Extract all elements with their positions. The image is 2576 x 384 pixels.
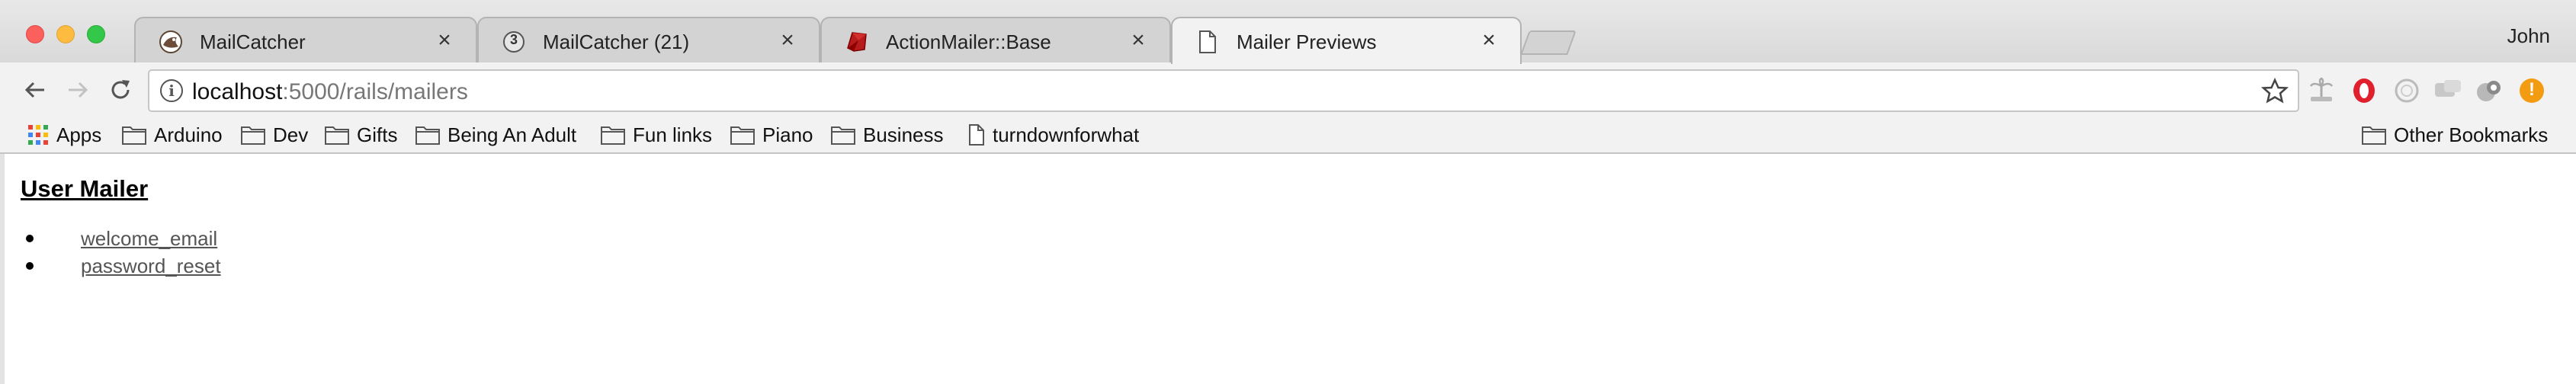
close-tab-icon[interactable]: × [433,29,456,52]
bullet [26,262,34,270]
mailcatcher-icon [159,30,183,54]
new-tab-button[interactable] [1520,30,1577,55]
bookmark-label: Being An Adult [448,123,577,146]
folder-icon [730,126,755,145]
bookmark-folder-gifts[interactable]: Gifts [325,122,397,148]
folder-icon [2362,126,2386,145]
reload-button[interactable] [104,73,137,107]
folder-icon [122,126,146,145]
address-bar[interactable]: i localhost:5000/rails/mailers [148,69,2299,112]
palm-tree-extension-icon[interactable] [2307,76,2336,105]
bookmark-folder-arduino[interactable]: Arduino [122,122,223,148]
circle-extension-icon[interactable] [2392,76,2421,105]
folder-icon [415,126,440,145]
bookmarks-bar: Apps Arduino Dev Gifts Being An Adult Fu… [0,117,2576,154]
chat-extension-icon[interactable] [2433,76,2462,105]
bookmark-folder-being-an-adult[interactable]: Being An Adult [415,122,576,148]
window-edge [0,154,5,384]
bookmark-label: Gifts [357,123,398,146]
tab-title: ActionMailer::Base [886,30,1051,53]
folder-icon [831,126,855,145]
alert-glyph: ! [2529,79,2535,100]
favicon-badge: 3 [509,32,518,47]
tab-actionmailer-base[interactable]: ActionMailer::Base × [820,17,1171,62]
close-tab-icon[interactable]: × [776,29,799,52]
mailcatcher-badge-icon: 3 [502,30,526,54]
bookmark-label: Dev [273,123,309,146]
folder-icon [241,126,265,145]
forward-button[interactable] [61,73,95,107]
bookmark-folder-business[interactable]: Business [831,122,944,148]
bookmark-label: Apps [56,123,102,146]
puzzle-extension-icon[interactable] [2475,76,2504,105]
bookmark-turndownforwhat[interactable]: turndownforwhat [968,122,1139,148]
tab-mailer-previews[interactable]: Mailer Previews × [1171,17,1522,64]
folder-icon [601,126,625,145]
tab-mailcatcher-21[interactable]: 3 MailCatcher (21) × [477,17,820,62]
close-tab-icon[interactable]: × [1127,29,1150,52]
bookmark-folder-piano[interactable]: Piano [730,122,813,148]
bookmark-folder-other-bookmarks[interactable]: Other Bookmarks [2362,122,2548,148]
info-icon[interactable]: i [160,79,183,102]
back-button[interactable] [18,73,52,107]
page-icon [969,124,984,146]
reload-icon [111,80,130,99]
bookmark-label: Fun links [633,123,713,146]
url-text[interactable]: localhost:5000/rails/mailers [192,79,468,105]
opera-o-extension-icon[interactable] [2350,76,2379,105]
bookmark-label: Arduino [154,123,223,146]
document-icon [1195,30,1220,54]
bullet [26,235,34,242]
mailer-title: User Mailer [21,175,149,202]
back-arrow-icon [24,82,44,98]
bookmark-label: Piano [762,123,813,146]
toolbar: i localhost:5000/rails/mailers ! [0,62,2576,117]
preview-link-password-reset[interactable]: password_reset [81,254,221,278]
folder-icon [325,126,349,145]
bookmark-label: Business [863,123,944,146]
tab-title: Mailer Previews [1237,30,1377,53]
tab-strip: MailCatcher × 3 MailCatcher (21) × Actio… [0,0,2576,64]
forward-arrow-icon [69,82,88,98]
ruby-icon [845,30,869,54]
bookmark-label: turndownforwhat [993,123,1140,146]
tab-mailcatcher[interactable]: MailCatcher × [134,17,477,62]
page-content: User Mailer welcome_email password_reset [0,154,2576,384]
tab-title: MailCatcher [200,30,306,53]
bookmark-folder-fun-links[interactable]: Fun links [601,122,712,148]
profile-name[interactable]: John [2507,24,2550,48]
bookmark-star-icon[interactable] [2261,78,2289,105]
preview-link-welcome-email[interactable]: welcome_email [81,227,217,251]
orange-alert-extension-icon[interactable]: ! [2517,76,2546,105]
minimize-window-button[interactable] [56,25,75,43]
bookmark-label: Other Bookmarks [2394,123,2549,146]
apps-grid-icon [28,125,48,145]
bookmark-apps[interactable]: Apps [27,122,101,148]
tab-title: MailCatcher (21) [543,30,690,53]
close-tab-icon[interactable]: × [1477,29,1500,52]
zoom-window-button[interactable] [87,25,105,43]
close-window-button[interactable] [26,25,44,43]
bookmark-folder-dev[interactable]: Dev [241,122,308,148]
